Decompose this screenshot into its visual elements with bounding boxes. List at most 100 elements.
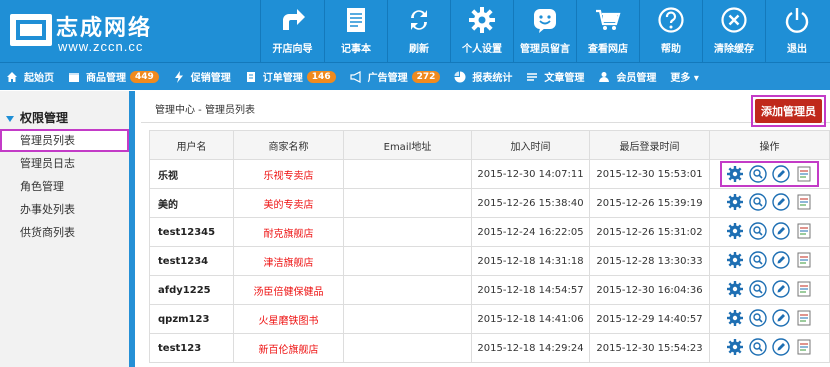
search-icon[interactable] bbox=[749, 250, 767, 269]
subnav-more[interactable]: 更多 ▾ bbox=[670, 69, 699, 84]
sidebar-section-heading[interactable]: 权限管理 bbox=[6, 109, 68, 126]
cell-username: qpzm123 bbox=[149, 304, 234, 334]
col-header-last-login[interactable]: 最后登录时间 bbox=[589, 130, 710, 160]
log-icon[interactable] bbox=[795, 193, 813, 211]
subnav-reports[interactable]: 报表统计 bbox=[454, 69, 512, 84]
topnav-personal-settings[interactable]: 个人设置 bbox=[450, 0, 513, 62]
topnav-view-shop[interactable]: 查看网店 bbox=[576, 0, 639, 62]
subnav-home[interactable]: 起始页 bbox=[6, 69, 54, 84]
notepad-icon bbox=[347, 8, 365, 32]
gear-icon[interactable] bbox=[726, 222, 744, 240]
search-icon[interactable] bbox=[749, 337, 767, 356]
col-header-username[interactable]: 用户名 bbox=[149, 130, 234, 160]
subnav-articles[interactable]: 文章管理 bbox=[526, 69, 584, 84]
refresh-icon bbox=[411, 10, 427, 30]
edit-icon[interactable] bbox=[772, 308, 790, 327]
cell-actions bbox=[709, 159, 830, 189]
orders-count-badge: 146 bbox=[306, 70, 336, 83]
subnav-products[interactable]: 商品管理 449 bbox=[68, 69, 159, 84]
topnav-shop-wizard[interactable]: 开店向导 bbox=[260, 0, 324, 62]
cell-username: afdy1225 bbox=[149, 275, 234, 305]
topnav-logout[interactable]: 退出 bbox=[765, 0, 828, 62]
table-row: test123 新百伦旗舰店 2015-12-18 14:29:24 2015-12-… bbox=[149, 333, 830, 363]
log-icon[interactable] bbox=[795, 280, 813, 298]
row-actions bbox=[726, 308, 813, 327]
col-header-email[interactable]: Email地址 bbox=[343, 130, 472, 160]
cell-email bbox=[343, 246, 472, 276]
row-actions bbox=[726, 279, 813, 298]
search-icon[interactable] bbox=[749, 192, 767, 211]
breadcrumb: 管理中心 - 管理员列表 bbox=[155, 105, 255, 116]
cell-joined: 2015-12-18 14:29:24 bbox=[471, 333, 590, 363]
gear-icon[interactable] bbox=[726, 165, 744, 183]
sidebar-item-role-management[interactable]: 角色管理 bbox=[0, 175, 129, 198]
edit-icon[interactable] bbox=[772, 165, 790, 183]
log-icon[interactable] bbox=[795, 222, 813, 240]
search-icon[interactable] bbox=[749, 308, 767, 327]
gear-icon[interactable] bbox=[726, 338, 744, 356]
topnav-notepad[interactable]: 记事本 bbox=[324, 0, 387, 62]
cell-last-login: 2015-12-26 15:39:19 bbox=[589, 188, 710, 218]
col-header-shop-name[interactable]: 商家名称 bbox=[233, 130, 344, 160]
edit-icon[interactable] bbox=[772, 192, 790, 211]
gear-icon[interactable] bbox=[726, 251, 744, 269]
cell-email bbox=[343, 333, 472, 363]
edit-icon[interactable] bbox=[772, 279, 790, 298]
clear-icon bbox=[721, 7, 747, 33]
gear-icon[interactable] bbox=[726, 280, 744, 298]
sidebar-item-admin-list[interactable]: 管理员列表 bbox=[0, 129, 129, 152]
sidebar: 权限管理 管理员列表 管理员日志 角色管理 办事处列表 供货商列表 bbox=[0, 91, 135, 367]
subnav-ads[interactable]: 广告管理 272 bbox=[349, 69, 441, 84]
sidebar-item-supplier-list[interactable]: 供货商列表 bbox=[0, 221, 129, 244]
cell-username: 美的 bbox=[149, 188, 234, 218]
products-count-badge: 449 bbox=[130, 70, 159, 83]
search-icon[interactable] bbox=[749, 221, 767, 240]
pie-icon bbox=[454, 71, 466, 82]
log-icon[interactable] bbox=[795, 309, 813, 327]
search-icon[interactable] bbox=[749, 279, 767, 298]
subnav-members[interactable]: 会员管理 bbox=[598, 69, 656, 84]
cell-last-login: 2015-12-30 15:54:23 bbox=[589, 333, 710, 363]
log-icon[interactable] bbox=[795, 251, 813, 269]
cell-username: test1234 bbox=[149, 246, 234, 276]
gear-icon[interactable] bbox=[726, 309, 744, 327]
arrow-forward-icon bbox=[282, 9, 305, 30]
user-icon bbox=[599, 71, 610, 82]
col-header-joined[interactable]: 加入时间 bbox=[471, 130, 590, 160]
row-actions bbox=[726, 221, 813, 240]
topnav-admin-messages[interactable]: 管理员留言 bbox=[513, 0, 576, 62]
cell-shop-name: 火星磨铁图书 bbox=[233, 304, 344, 334]
logo-mark-icon bbox=[10, 14, 52, 46]
row-actions bbox=[720, 161, 819, 187]
topnav-help[interactable]: 帮助 bbox=[639, 0, 702, 62]
megaphone-icon bbox=[349, 70, 361, 83]
box-icon bbox=[69, 72, 79, 82]
cell-joined: 2015-12-24 16:22:05 bbox=[471, 217, 590, 247]
cell-actions bbox=[709, 333, 830, 363]
topnav-clear-cache[interactable]: 清除缓存 bbox=[702, 0, 765, 62]
search-icon[interactable] bbox=[749, 165, 767, 183]
edit-icon[interactable] bbox=[772, 250, 790, 269]
cell-actions bbox=[709, 246, 830, 276]
row-actions bbox=[726, 192, 813, 211]
cell-shop-name: 耐克旗舰店 bbox=[233, 217, 344, 247]
sidebar-item-admin-log[interactable]: 管理员日志 bbox=[0, 152, 129, 175]
topnav-refresh[interactable]: 刷新 bbox=[387, 0, 450, 62]
add-button-highlight: 添加管理员 bbox=[751, 95, 826, 127]
gear-icon[interactable] bbox=[726, 193, 744, 211]
subnav-promotions[interactable]: 促销管理 bbox=[173, 69, 231, 84]
edit-icon[interactable] bbox=[772, 337, 790, 356]
log-icon[interactable] bbox=[795, 165, 813, 183]
help-icon bbox=[658, 7, 684, 33]
cell-last-login: 2015-12-30 16:04:36 bbox=[589, 275, 710, 305]
sidebar-item-office-list[interactable]: 办事处列表 bbox=[0, 198, 129, 221]
row-actions bbox=[726, 250, 813, 269]
cell-username: test12345 bbox=[149, 217, 234, 247]
lightning-icon bbox=[174, 70, 183, 83]
subnav-orders[interactable]: 订单管理 146 bbox=[245, 69, 336, 84]
add-admin-button[interactable]: 添加管理员 bbox=[755, 99, 822, 123]
log-icon[interactable] bbox=[795, 338, 813, 356]
table-row: 乐视 乐视专卖店 2015-12-30 14:07:11 2015-12-30 15:… bbox=[149, 159, 830, 189]
edit-icon[interactable] bbox=[772, 221, 790, 240]
sidebar-list: 管理员列表 管理员日志 角色管理 办事处列表 供货商列表 bbox=[0, 129, 129, 244]
